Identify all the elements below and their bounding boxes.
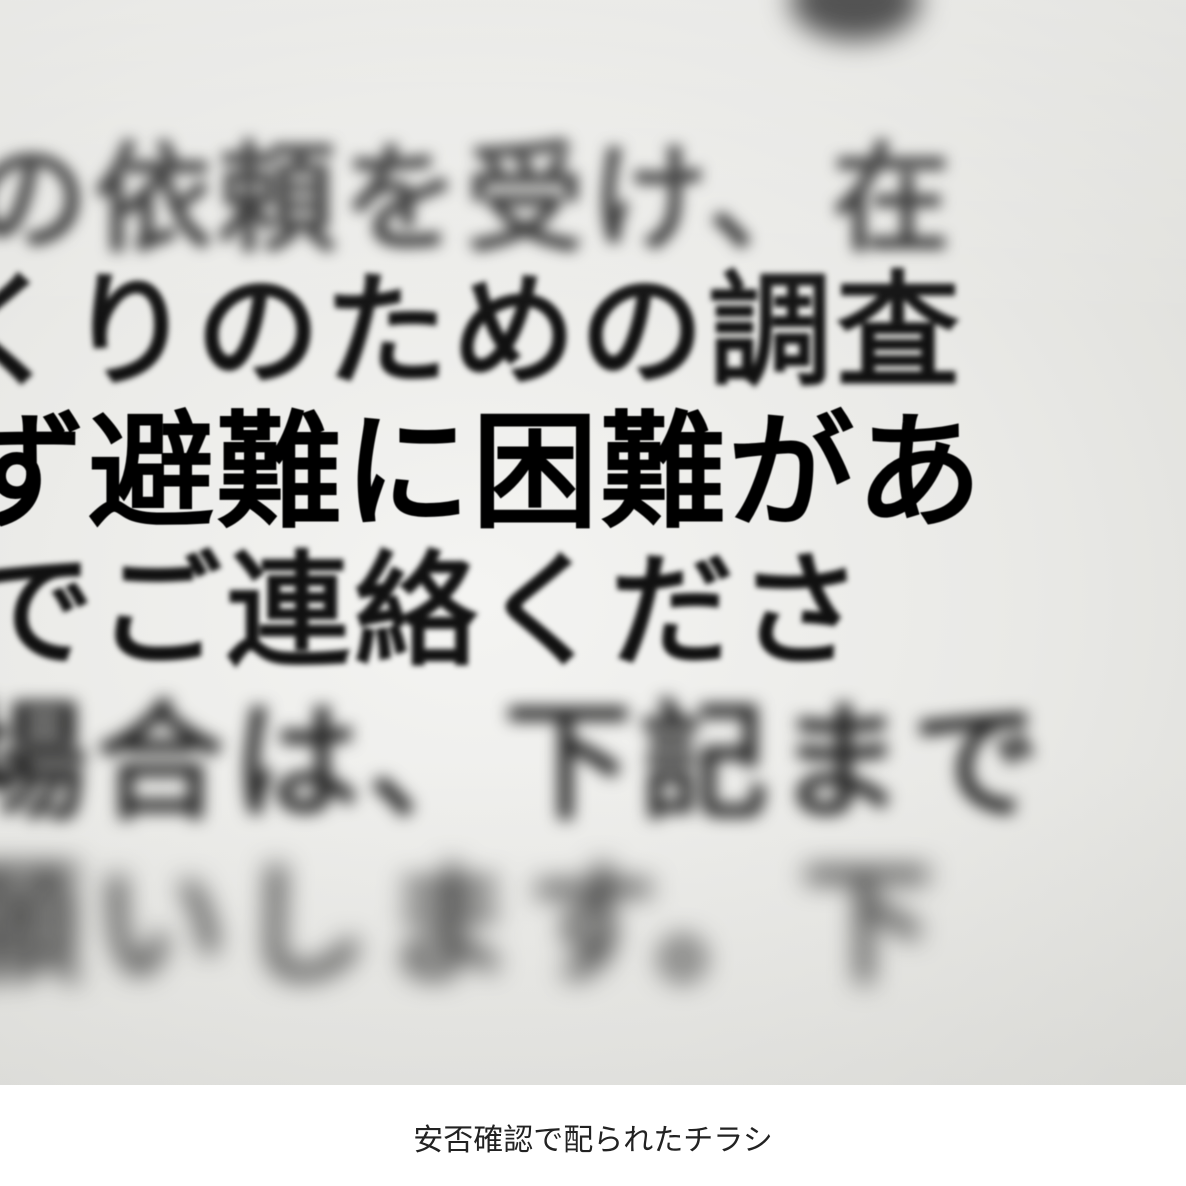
photo-caption: 安否確認で配られたチラシ	[413, 1123, 773, 1158]
photo-text-line: くりのための調査	[0, 260, 965, 404]
photo: の依頼を受け、在 くりのための調査 ず避難に困難があ でご連絡くださ 場合は、下…	[0, 0, 1186, 1085]
photo-text-line-in-focus: ず避難に困難があ	[0, 399, 984, 546]
photo-text-line: 願いします。下	[0, 849, 945, 1003]
photo-text-line: でご連絡くださ	[0, 540, 867, 684]
blurred-dark-shape	[790, 0, 920, 40]
photo-text-line: の依頼を受け、在	[0, 130, 957, 268]
photo-text-line: 場合は、下記まで	[0, 689, 1049, 838]
